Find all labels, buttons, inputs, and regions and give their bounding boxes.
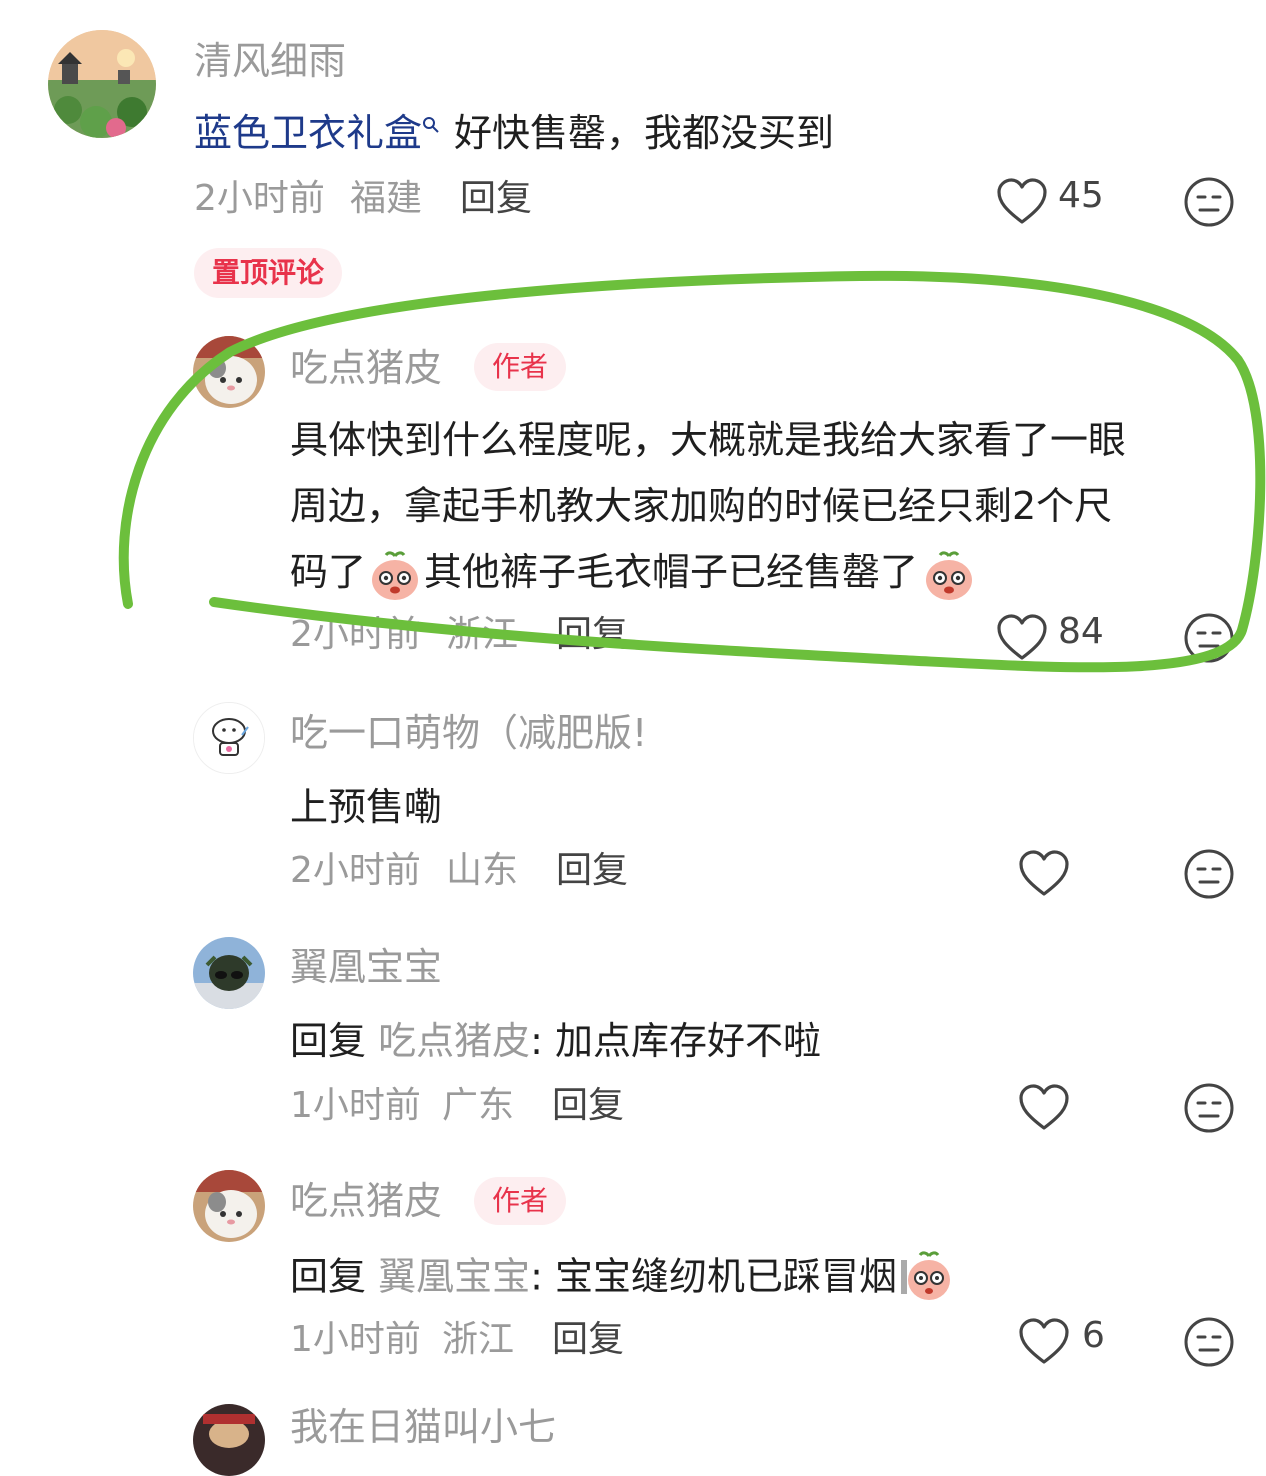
pig-face-emoji-icon xyxy=(368,548,422,602)
comment-text: 上预售嘞 xyxy=(290,785,443,829)
like-button[interactable] xyxy=(1018,848,1074,900)
comment-username[interactable]: 我在日猫叫小七 xyxy=(290,1408,556,1446)
comment-content: 蓝色卫衣礼盒 好快售罄，我都没买到 xyxy=(194,114,834,152)
product-link[interactable]: 蓝色卫衣礼盒 xyxy=(194,111,422,155)
reply-button[interactable]: 回复 xyxy=(556,853,628,889)
neutral-face-icon[interactable] xyxy=(1183,1316,1235,1368)
comment-time: 2小时前 xyxy=(290,850,421,891)
neutral-face-icon[interactable] xyxy=(1183,612,1235,664)
comment-text-line: 具体快到什么程度呢，大概就是我给大家看了一眼 xyxy=(290,418,1127,462)
comment-time: 2小时前 xyxy=(290,614,421,655)
comment-username[interactable]: 翼凰宝宝 xyxy=(290,948,442,986)
avatar-character-image xyxy=(193,937,265,1009)
comment-time: 1小时前 xyxy=(290,1085,421,1126)
comment-location: 广东 xyxy=(442,1085,515,1126)
comment-text-line: 码了 其他裤子毛衣帽子已经售罄了 xyxy=(290,539,976,605)
reply-button[interactable]: 回复 xyxy=(552,1322,624,1358)
author-badge: 作者 xyxy=(474,343,567,391)
reply-to-username[interactable]: 吃点猪皮 xyxy=(378,1019,530,1063)
avatar-landscape-image xyxy=(48,30,156,138)
avatar[interactable] xyxy=(193,937,265,1009)
pig-face-emoji-icon xyxy=(899,1248,953,1302)
comment-time: 2小时前 xyxy=(194,178,325,219)
comment-time: 1小时前 xyxy=(290,1319,421,1360)
avatar-cat-image xyxy=(193,1170,265,1242)
heart-outline-icon xyxy=(996,614,1048,662)
comment-text: : 加点库存好不啦 xyxy=(530,1019,822,1063)
reply-to-username[interactable]: 翼凰宝宝 xyxy=(378,1255,530,1299)
reply-button[interactable]: 回复 xyxy=(556,617,628,653)
avatar[interactable] xyxy=(193,336,265,408)
like-button[interactable]: 6 xyxy=(1018,1316,1118,1368)
reply-button[interactable]: 回复 xyxy=(552,1088,624,1124)
comment-location: 浙江 xyxy=(442,1319,515,1360)
neutral-face-icon[interactable] xyxy=(1183,1082,1235,1134)
heart-outline-icon xyxy=(1018,850,1070,898)
comment-content: 回复 翼凰宝宝: 宝宝缝纫机已踩冒烟 xyxy=(290,1251,953,1302)
avatar-image xyxy=(193,1404,265,1476)
heart-outline-icon xyxy=(1018,1084,1070,1132)
avatar[interactable] xyxy=(48,30,156,138)
heart-outline-icon xyxy=(996,178,1048,226)
avatar[interactable] xyxy=(193,702,265,774)
neutral-face-icon[interactable] xyxy=(1183,176,1235,228)
comment-location: 浙江 xyxy=(446,614,519,655)
comment-content: 回复 吃点猪皮: 加点库存好不啦 xyxy=(290,1022,821,1060)
like-count: 84 xyxy=(1058,611,1104,652)
like-count: 45 xyxy=(1058,175,1104,216)
avatar[interactable] xyxy=(193,1170,265,1242)
comment-text: 好快售罄，我都没买到 xyxy=(454,111,835,155)
comment-text-line: 周边，拿起手机教大家加购的时候已经只剩2个尺 xyxy=(290,484,1113,528)
comment-username[interactable]: 吃点猪皮 xyxy=(290,1182,442,1220)
like-button[interactable]: 84 xyxy=(996,612,1116,664)
reply-prefix: 回复 xyxy=(290,1019,367,1063)
comment-text-segment: 码了 xyxy=(290,550,367,594)
like-button[interactable] xyxy=(1018,1082,1074,1134)
comment-location: 山东 xyxy=(446,850,519,891)
avatar-sketch-image xyxy=(194,703,264,773)
comment-username[interactable]: 吃一口萌物（减肥版! xyxy=(290,714,647,752)
avatar[interactable] xyxy=(193,1404,265,1476)
like-button[interactable]: 45 xyxy=(996,176,1116,228)
heart-outline-icon xyxy=(1018,1318,1070,1366)
pig-face-emoji-icon xyxy=(922,548,976,602)
neutral-face-icon[interactable] xyxy=(1183,848,1235,900)
pinned-comment-badge: 置顶评论 xyxy=(194,248,343,298)
comment-location: 福建 xyxy=(350,178,423,219)
comment-username[interactable]: 吃点猪皮 xyxy=(290,349,442,387)
search-small-icon[interactable] xyxy=(422,116,440,134)
reply-button[interactable]: 回复 xyxy=(460,181,532,217)
comment-username[interactable]: 清风细雨 xyxy=(194,42,346,80)
reply-prefix: 回复 xyxy=(290,1254,367,1299)
author-badge: 作者 xyxy=(474,1177,567,1225)
avatar-cat-image xyxy=(193,336,265,408)
comment-text: : 宝宝缝纫机已踩冒烟 xyxy=(530,1254,898,1299)
comment-text-segment: 其他裤子毛衣帽子已经售罄了 xyxy=(424,550,919,594)
like-count: 6 xyxy=(1082,1315,1105,1356)
